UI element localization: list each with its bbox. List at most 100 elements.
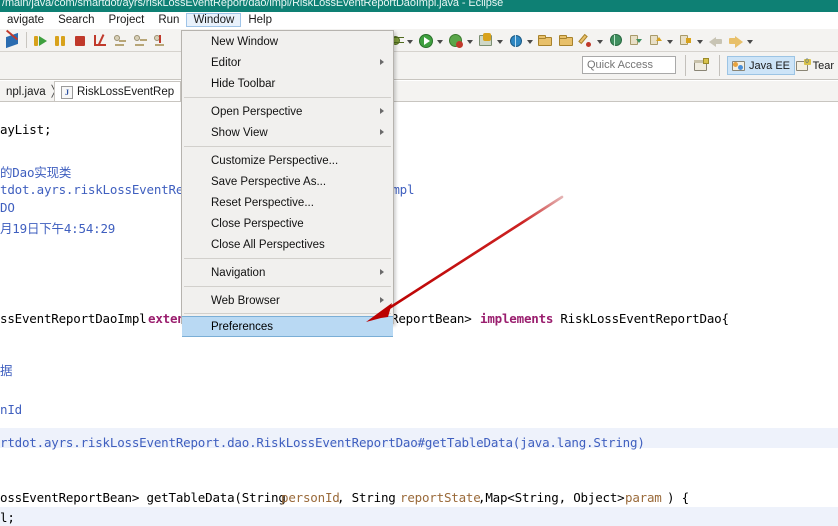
previous-annotation-icon[interactable] xyxy=(646,31,665,50)
suspend-icon[interactable] xyxy=(51,31,70,50)
code-param-personid: personId xyxy=(281,490,340,505)
open-task-icon[interactable] xyxy=(556,31,575,50)
menu-item-label: New Window xyxy=(211,35,279,48)
step-over-icon[interactable] xyxy=(131,31,150,50)
menu-item-label: Web Browser xyxy=(211,294,280,307)
resume-icon[interactable] xyxy=(31,31,50,50)
step-into-icon[interactable] xyxy=(111,31,130,50)
coverage-icon[interactable] xyxy=(446,31,465,50)
chevron-down-icon[interactable] xyxy=(666,31,675,50)
perspective-label: Java EE xyxy=(749,59,790,72)
code-line: l; xyxy=(0,510,15,525)
open-type-icon[interactable] xyxy=(536,31,555,50)
menu-item-new-window[interactable]: New Window xyxy=(182,31,393,52)
chevron-down-icon[interactable] xyxy=(696,31,705,50)
code-line: ayList; xyxy=(0,122,52,137)
menu-item-label: Show View xyxy=(211,126,268,139)
perspective-team-synchronizing[interactable]: 0 Tear xyxy=(792,56,838,75)
chevron-down-icon[interactable] xyxy=(436,31,445,50)
menu-item-close-perspective[interactable]: Close Perspective xyxy=(182,213,393,234)
chevron-down-icon[interactable] xyxy=(406,31,415,50)
perspective-java-ee[interactable]: Java EE xyxy=(727,56,795,75)
code-line: ,Map<String, Object> xyxy=(478,490,632,505)
chevron-right-icon xyxy=(380,108,384,114)
toolbar-separator xyxy=(26,32,27,48)
chevron-right-icon xyxy=(380,129,384,135)
menu-item-web-browser[interactable]: Web Browser xyxy=(182,290,393,311)
menu-item-close-all-perspectives[interactable]: Close All Perspectives xyxy=(182,234,393,255)
highlighted-line xyxy=(0,507,838,526)
terminate-icon[interactable] xyxy=(71,31,90,50)
menu-item-show-view[interactable]: Show View xyxy=(182,122,393,143)
menu-item-help[interactable]: Help xyxy=(241,13,279,27)
menu-item-save-perspective-as[interactable]: Save Perspective As... xyxy=(182,171,393,192)
chevron-right-icon xyxy=(380,269,384,275)
skip-all-breakpoints-icon[interactable] xyxy=(3,29,22,50)
eclipse-window: /main/java/com/smartdot/ayrs/riskLossEve… xyxy=(0,0,838,526)
menu-item-run[interactable]: Run xyxy=(151,13,186,27)
menu-item-navigate[interactable]: avigate xyxy=(0,13,51,27)
web-browser-icon[interactable] xyxy=(506,31,525,50)
divider xyxy=(719,55,720,76)
open-perspective-icon[interactable] xyxy=(693,57,710,74)
code-line: nId xyxy=(0,402,22,417)
menu-separator xyxy=(184,146,391,147)
code-editor[interactable]: ayList; 的Dao实现类 tdot.ayrs.riskLossEventR… xyxy=(0,102,838,526)
chevron-right-icon xyxy=(380,297,384,303)
menu-separator xyxy=(184,258,391,259)
menu-item-label: Preferences xyxy=(211,320,274,333)
editor-tab-label: npl.java xyxy=(6,85,46,98)
menu-item-label: Open Perspective xyxy=(211,105,303,118)
menu-item-label: Close All Perspectives xyxy=(211,238,325,251)
code-line: DO xyxy=(0,200,15,215)
chevron-down-icon[interactable] xyxy=(596,31,605,50)
chevron-down-icon[interactable] xyxy=(496,31,505,50)
menu-item-project[interactable]: Project xyxy=(102,13,152,27)
menu-item-reset-perspective[interactable]: Reset Perspective... xyxy=(182,192,393,213)
editor-tab-risklosseventreport[interactable]: J RiskLossEventRep xyxy=(54,81,182,102)
chevron-down-icon[interactable] xyxy=(746,31,755,50)
menu-item-window[interactable]: Window xyxy=(186,13,242,27)
chevron-down-icon[interactable] xyxy=(466,31,475,50)
menu-item-editor[interactable]: Editor xyxy=(182,52,393,73)
last-edit-location-icon[interactable] xyxy=(676,31,695,50)
menu-item-customize-perspective[interactable]: Customize Perspective... xyxy=(182,150,393,171)
new-annotation-icon[interactable] xyxy=(576,31,595,50)
external-tools-icon[interactable] xyxy=(476,31,495,50)
main-toolbar xyxy=(0,29,838,52)
chevron-down-icon[interactable] xyxy=(526,31,535,50)
menu-item-hide-toolbar[interactable]: Hide Toolbar xyxy=(182,73,393,94)
code-keyword-implements: implements xyxy=(480,311,554,326)
menu-item-label: Editor xyxy=(211,56,242,69)
forward-icon[interactable] xyxy=(726,31,745,50)
quick-access-input[interactable] xyxy=(582,56,676,74)
window-menu-dropdown[interactable]: New Window Editor Hide Toolbar Open Pers… xyxy=(181,30,394,337)
run-icon[interactable] xyxy=(416,31,435,50)
search-icon[interactable] xyxy=(606,31,625,50)
team-sync-perspective-icon: 0 xyxy=(795,59,811,72)
disconnect-icon[interactable] xyxy=(91,31,110,50)
code-line: RiskLossEventReportDao{ xyxy=(553,311,729,326)
code-javadoc-link: rtdot.ayrs.riskLossEventReport.dao.RiskL… xyxy=(0,435,645,450)
menu-bar: avigate Search Project Run Window Help xyxy=(0,12,838,28)
menu-item-navigation[interactable]: Navigation xyxy=(182,262,393,283)
code-line: ossEventReportBean> getTableData(String xyxy=(0,490,294,505)
code-line: 月19日下午4:54:29 xyxy=(0,221,116,236)
menu-separator xyxy=(184,313,391,314)
back-icon[interactable] xyxy=(706,31,725,50)
menu-item-label: Hide Toolbar xyxy=(211,77,276,90)
menu-item-label: Customize Perspective... xyxy=(211,154,339,167)
code-param-param: param xyxy=(625,490,662,505)
java-ee-perspective-icon xyxy=(732,59,746,72)
menu-item-open-perspective[interactable]: Open Perspective xyxy=(182,101,393,122)
step-return-icon[interactable] xyxy=(151,31,170,50)
quick-access-row: Java EE 0 Tear xyxy=(0,52,838,80)
next-annotation-icon[interactable] xyxy=(626,31,645,50)
menu-item-label: Navigation xyxy=(211,266,266,279)
menu-item-preferences[interactable]: Preferences xyxy=(182,316,393,337)
menu-item-label: Close Perspective xyxy=(211,217,304,230)
menu-separator xyxy=(184,286,391,287)
menu-item-search[interactable]: Search xyxy=(51,13,101,27)
chevron-right-icon xyxy=(380,59,384,65)
menu-item-label: Reset Perspective... xyxy=(211,196,314,209)
